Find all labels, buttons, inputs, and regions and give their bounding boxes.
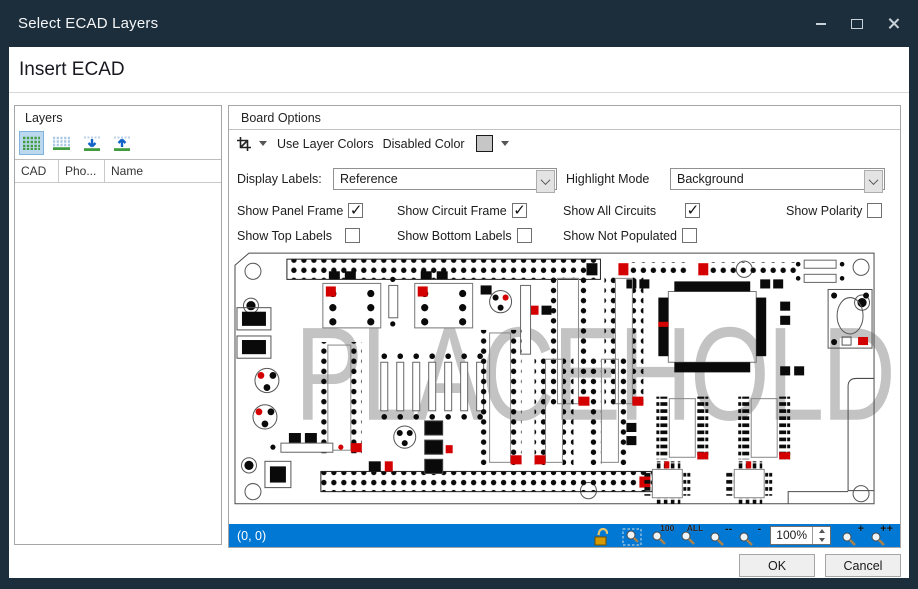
pcb-drawing [229, 245, 900, 524]
arrow-down-icon [84, 136, 100, 151]
show-not-populated-label: Show Not Populated [563, 229, 677, 243]
show-circuit-frame-checkbox[interactable] [512, 203, 527, 218]
maximize-button[interactable] [844, 12, 870, 36]
board-options-toolbar: Use Layer Colors Disabled Color [229, 130, 900, 156]
layers-grid-header: CAD Pho... Name [15, 159, 221, 183]
hide-all-layers-button[interactable] [49, 131, 74, 155]
window-controls [808, 0, 906, 47]
layer-grid-icon [23, 136, 40, 150]
display-labels-dropdown-button[interactable] [536, 170, 555, 193]
board-preview[interactable]: PLACEHOLDER [229, 245, 900, 524]
show-all-layers-button[interactable] [19, 131, 44, 155]
status-bar: (0, 0) 100 [229, 524, 900, 547]
highlight-mode-select[interactable]: Background [670, 168, 885, 190]
magnifier-icon [870, 531, 886, 546]
show-top-labels-checkbox[interactable] [345, 228, 360, 243]
show-not-populated-checkbox[interactable] [682, 228, 697, 243]
zoom-level-spinner[interactable]: 100% [770, 526, 831, 545]
layers-panel: Layers [14, 105, 222, 545]
disabled-color-label: Disabled Color [381, 137, 467, 151]
magnifier-icon [738, 531, 754, 546]
zoom-toolbar: 100 ALL -- [593, 526, 892, 546]
disabled-color-dropdown-arrow[interactable] [501, 141, 509, 146]
show-panel-frame-label: Show Panel Frame [237, 204, 343, 218]
show-not-populated-option[interactable]: Show Not Populated [563, 228, 728, 243]
board-options-title: Board Options [229, 106, 900, 130]
show-all-circuits-checkbox[interactable] [685, 203, 700, 218]
highlight-mode-value: Background [671, 172, 863, 186]
show-circuit-frame-option[interactable]: Show Circuit Frame [397, 203, 563, 218]
highlight-mode-dropdown-button[interactable] [864, 170, 883, 193]
show-all-circuits-option[interactable]: Show All Circuits [563, 203, 728, 218]
lock-open-button[interactable] [593, 526, 615, 546]
dialog-body: Insert ECAD Layers [9, 47, 909, 578]
column-header-photo[interactable]: Pho... [59, 160, 105, 182]
title-bar: Select ECAD Layers [0, 0, 918, 47]
show-polarity-checkbox[interactable] [867, 203, 882, 218]
show-top-labels-label: Show Top Labels [237, 229, 332, 243]
chevron-down-icon [541, 175, 551, 185]
zoom-out-button[interactable]: - [738, 526, 760, 546]
show-panel-frame-checkbox[interactable] [348, 203, 363, 218]
display-labels-label: Display Labels: [237, 172, 333, 186]
magnifier-icon [841, 531, 857, 546]
minimize-button[interactable] [808, 12, 834, 36]
column-header-name[interactable]: Name [105, 160, 221, 182]
ok-button[interactable]: OK [739, 554, 815, 577]
disabled-color-swatch[interactable] [476, 135, 493, 152]
spinner-down-button[interactable] [813, 536, 830, 545]
cancel-button[interactable]: Cancel [825, 554, 901, 577]
minimize-icon [816, 23, 826, 25]
zoom-in-label: + [858, 524, 864, 535]
spinner-up-button[interactable] [813, 527, 830, 536]
zoom-window-icon [622, 528, 642, 546]
lock-open-icon [593, 528, 610, 546]
dialog-footer: OK Cancel [739, 554, 901, 577]
maximize-icon [851, 19, 863, 29]
show-top-labels-option[interactable]: Show Top Labels [237, 228, 397, 243]
display-labels-value: Reference [334, 172, 535, 186]
show-bottom-labels-label: Show Bottom Labels [397, 229, 512, 243]
board-options-form: Display Labels: Reference Highlight Mode… [229, 156, 900, 245]
use-layer-colors-button[interactable]: Use Layer Colors [275, 137, 376, 151]
display-labels-select[interactable]: Reference [333, 168, 557, 190]
zoom-out-label: - [758, 524, 762, 535]
zoom-100-button[interactable]: 100 [651, 526, 673, 546]
zoom-in-fast-button[interactable]: ++ [870, 526, 892, 546]
close-button[interactable] [880, 12, 906, 36]
crop-icon[interactable] [237, 137, 251, 151]
zoom-in-button[interactable]: + [841, 526, 863, 546]
show-polarity-option[interactable]: Show Polarity [728, 203, 892, 218]
zoom-out-fast-label: -- [725, 524, 732, 535]
magnifier-icon [651, 531, 667, 546]
board-options-panel: Board Options Use Layer Colors Disabled … [228, 105, 901, 548]
column-header-cad[interactable]: CAD [15, 160, 59, 182]
close-icon [888, 18, 899, 29]
zoom-out-fast-button[interactable]: -- [709, 526, 731, 546]
move-layer-up-button[interactable] [109, 131, 134, 155]
chevron-down-icon [869, 175, 879, 185]
layers-panel-title: Layers [15, 106, 221, 129]
move-layer-down-button[interactable] [79, 131, 104, 155]
show-panel-frame-option[interactable]: Show Panel Frame [237, 203, 397, 218]
highlight-mode-label: Highlight Mode [566, 172, 670, 186]
crop-dropdown-arrow[interactable] [259, 141, 267, 146]
show-circuit-frame-label: Show Circuit Frame [397, 204, 507, 218]
zoom-level-value: 100% [771, 527, 812, 544]
window-title: Select ECAD Layers [0, 15, 158, 32]
show-bottom-labels-option[interactable]: Show Bottom Labels [397, 228, 563, 243]
cursor-coordinates: (0, 0) [237, 529, 266, 543]
page-title: Insert ECAD [9, 47, 909, 93]
spinner-buttons [812, 527, 830, 544]
show-polarity-label: Show Polarity [786, 204, 862, 218]
magnifier-icon [680, 531, 696, 546]
show-all-circuits-label: Show All Circuits [563, 204, 656, 218]
layer-grid-dim-icon [53, 136, 70, 150]
layers-toolbar [15, 129, 221, 159]
zoom-all-button[interactable]: ALL [680, 526, 702, 546]
show-bottom-labels-checkbox[interactable] [517, 228, 532, 243]
arrow-up-icon [114, 136, 130, 151]
zoom-window-button[interactable] [622, 526, 644, 546]
magnifier-icon [709, 531, 725, 546]
